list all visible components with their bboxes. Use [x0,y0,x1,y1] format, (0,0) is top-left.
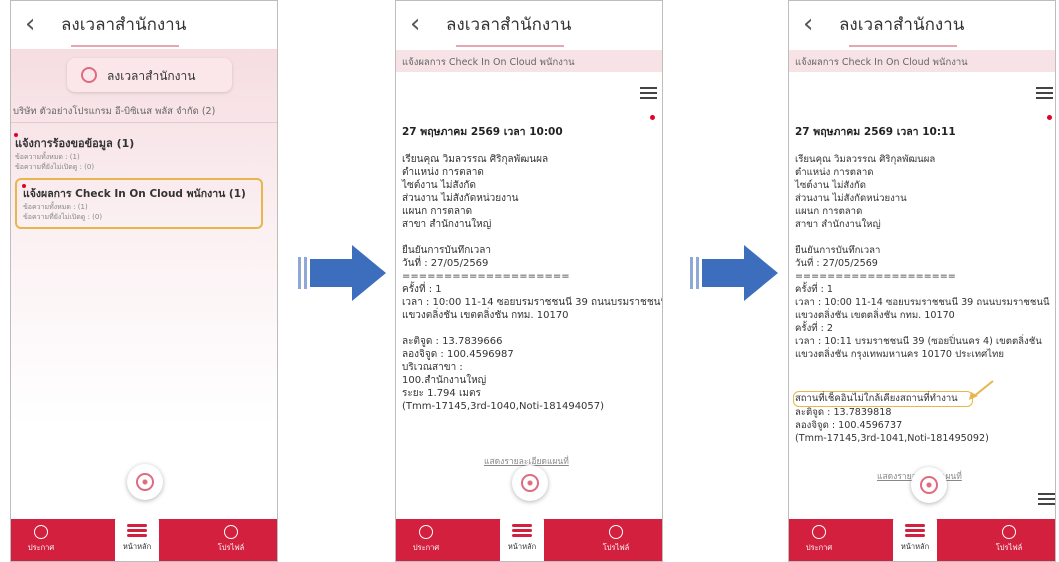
nav-label: หน้าหลัก [122,542,152,551]
list-item-checkin-result[interactable]: แจ้งผลการ Check In On Cloud พนักงาน (1) … [15,178,263,229]
unread-dot [14,133,18,137]
page-title: ลงเวลาสำนักงาน [61,15,187,35]
message-body-coordinates: ละติจูด : 13.7839818 ลองจิจูด : 100.4596… [795,407,989,444]
bottom-nav: ประกาศ หน้าหลัก โปรไฟล์ [396,515,662,561]
hamburger-menu-icon[interactable] [1036,87,1053,99]
nav-label: โปรไฟล์ [602,543,630,552]
profile-icon [224,525,238,539]
message-date: 27 พฤษภาคม 2569 เวลา 10:00 [402,126,563,138]
title-underline [456,45,564,47]
top-bar: ‹ ลงเวลาสำนักงาน [11,1,277,49]
company-name: บริษัท ตัวอย่างโปรแกรม อี-บิซิเนส พลัส จ… [13,106,216,117]
nav-label: ประกาศ [805,543,833,552]
card-unread: ข้อความที่ยังไม่เปิดดู : (0) [23,213,103,221]
pill-label: ลงเวลาสำนักงาน [107,69,196,83]
flow-arrow-icon [690,245,778,301]
megaphone-icon [419,525,433,539]
unread-dot [650,115,655,120]
card-total: ข้อความทั้งหมด : (1) [23,203,88,211]
card-unread: ข้อความที่ยังไม่เปิดดู : (0) [15,163,95,171]
profile-icon [609,525,623,539]
back-chevron-icon[interactable]: ‹ [25,9,35,39]
nav-label: ประกาศ [27,543,55,552]
megaphone-icon [34,525,48,539]
notice-bar: แจ้งผลการ Check In On Cloud พนักงาน [396,50,662,72]
nav-label: หน้าหลัก [507,542,537,551]
back-chevron-icon[interactable]: ‹ [410,9,420,39]
nav-home[interactable]: หน้าหลัก [115,515,159,561]
nav-label: โปรไฟล์ [995,543,1023,552]
nav-label: โปรไฟล์ [217,543,245,552]
bottom-nav: ประกาศ หน้าหลัก โปรไฟล์ [11,515,277,561]
unread-dot [22,184,26,188]
back-chevron-icon[interactable]: ‹ [803,9,813,39]
card-title: แจ้งผลการ Check In On Cloud พนักงาน (1) [23,188,246,200]
page-title: ลงเวลาสำนักงาน [839,15,965,35]
notice-title: แจ้งผลการ Check In On Cloud พนักงาน [402,57,575,68]
home-menu-icon [127,524,147,537]
nav-profile[interactable]: โปรไฟล์ [586,519,646,561]
message-date: 27 พฤษภาคม 2569 เวลา 10:11 [795,126,956,138]
nav-home[interactable]: หน้าหลัก [893,515,937,561]
notice-bar: แจ้งผลการ Check In On Cloud พนักงาน [789,50,1055,72]
card-total: ข้อความทั้งหมด : (1) [15,153,80,161]
location-pin-icon [81,67,97,83]
nav-home[interactable]: หน้าหลัก [500,515,544,561]
megaphone-icon [812,525,826,539]
phone-screen-detail-2: ‹ ลงเวลาสำนักงาน แจ้งผลการ Check In On C… [788,0,1056,562]
title-underline [71,45,179,47]
checkin-fab-button[interactable] [512,465,548,501]
hamburger-menu-icon[interactable] [640,87,657,99]
location-warning: สถานที่เช็คอินไม่ใกล้เคียงสถานที่ทำงาน [795,393,958,404]
message-body: เรียนคุณ วิมลวรรณ ศิริกุลพัฒนผล ตำแหน่ง … [795,154,1050,360]
phone-screen-list: ‹ ลงเวลาสำนักงาน ลงเวลาสำนักงาน บริษัท ต… [10,0,278,562]
top-bar: ‹ ลงเวลาสำนักงาน [789,1,1055,49]
title-underline [849,45,957,47]
divider [11,122,277,123]
nav-announcement[interactable]: ประกาศ [789,519,849,561]
page-title: ลงเวลาสำนักงาน [446,15,572,35]
background-gradient [11,49,277,519]
nav-label: ประกาศ [412,543,440,552]
checkin-fab-button[interactable] [127,464,163,500]
callout-arrow-icon [969,380,994,400]
checkin-fab-button[interactable] [911,467,947,503]
home-menu-icon [512,524,532,537]
nav-label: หน้าหลัก [900,542,930,551]
hamburger-menu-icon[interactable] [1038,493,1055,505]
nav-profile[interactable]: โปรไฟล์ [979,519,1039,561]
notice-title: แจ้งผลการ Check In On Cloud พนักงาน [795,57,968,68]
bottom-nav: ประกาศ หน้าหลัก โปรไฟล์ [789,515,1055,561]
checkin-header-pill: ลงเวลาสำนักงาน [67,58,232,92]
card-title: แจ้งการร้องขอข้อมูล (1) [15,137,135,150]
unread-dot [1047,115,1052,120]
flow-arrow-icon [298,245,386,301]
nav-announcement[interactable]: ประกาศ [396,519,456,561]
nav-profile[interactable]: โปรไฟล์ [201,519,261,561]
nav-announcement[interactable]: ประกาศ [11,519,71,561]
top-bar: ‹ ลงเวลาสำนักงาน [396,1,662,49]
profile-icon [1002,525,1016,539]
list-item-request-info[interactable]: แจ้งการร้องขอข้อมูล (1) ข้อความทั้งหมด :… [14,133,263,172]
phone-screen-detail-1: ‹ ลงเวลาสำนักงาน แจ้งผลการ Check In On C… [395,0,663,562]
home-menu-icon [905,524,925,537]
message-body: เรียนคุณ วิมลวรรณ ศิริกุลพัฒนผล ตำแหน่ง … [402,154,663,412]
